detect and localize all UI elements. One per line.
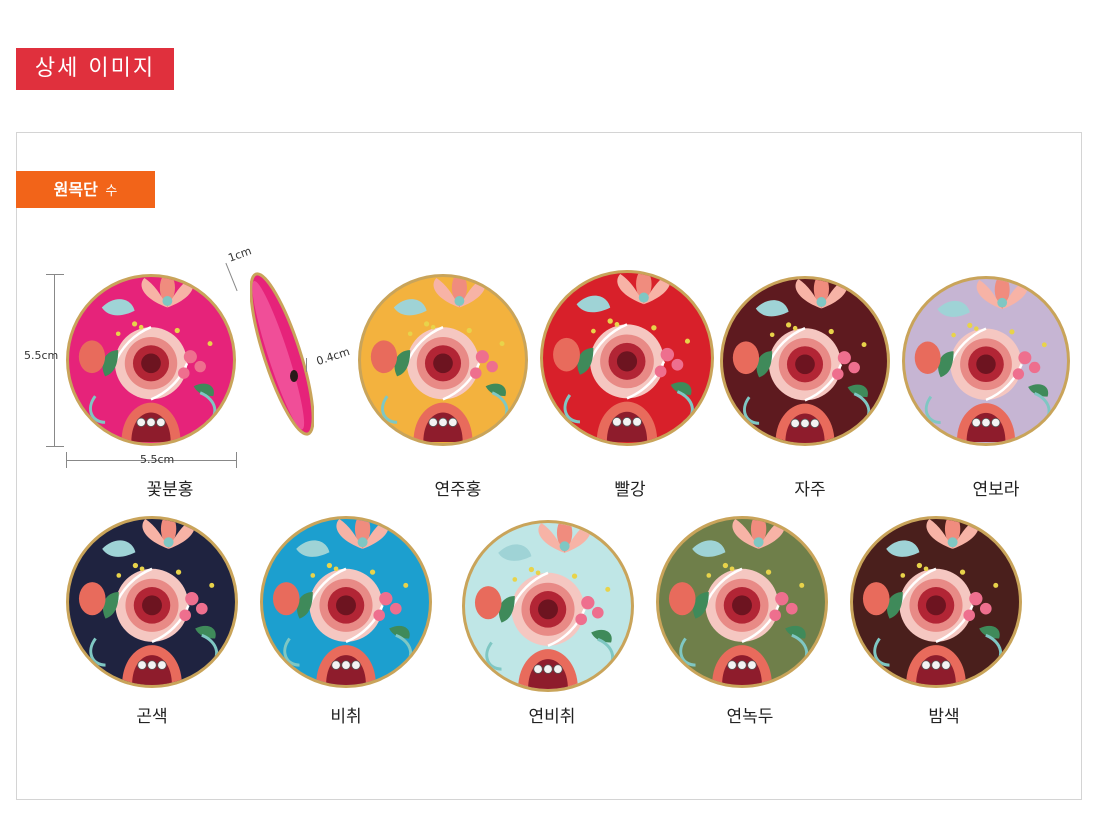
color-name-5: 연보라 [972, 480, 1020, 500]
embroidery-pattern [905, 279, 1067, 443]
height-guide-bottom-tick [46, 446, 64, 447]
swatch-disc-3 [540, 270, 714, 446]
embroidery-pattern [263, 519, 429, 685]
section-title-suffix: 수 [105, 184, 118, 199]
color-name-10: 밤색 [928, 707, 960, 727]
color-name-9: 연녹두 [726, 707, 774, 727]
color-name-4: 자주 [794, 480, 826, 500]
section-title-badge: 원목단 수 [16, 171, 155, 208]
color-name-6: 곤색 [136, 707, 168, 727]
embroidery-pattern [723, 279, 887, 443]
swatch-disc-4 [720, 276, 890, 446]
embroidery-pattern [69, 519, 235, 685]
color-name-7: 비취 [330, 707, 362, 727]
swatch-disc-2 [358, 274, 528, 446]
embroidery-pattern [69, 277, 233, 443]
height-guide-top-tick [46, 274, 64, 275]
width-label: 5.5cm [140, 453, 175, 466]
swatch-disc-9 [656, 516, 828, 688]
swatch-disc-10 [850, 516, 1022, 688]
embroidery-pattern [465, 523, 631, 689]
swatch-disc-5 [902, 276, 1070, 446]
section-title: 원목단 [53, 180, 98, 199]
color-name-1: 꽃분홍 [146, 480, 194, 500]
color-name-8: 연비취 [528, 707, 576, 727]
color-name-3: 빨강 [614, 480, 646, 500]
swatch-disc-8 [462, 520, 634, 692]
width-guide-right-tick [236, 452, 237, 468]
swatch-disc-7 [260, 516, 432, 688]
thickness-guide-line [306, 358, 307, 372]
width-guide-left-tick [66, 452, 67, 468]
height-label: 5.5cm [24, 349, 59, 362]
color-name-2: 연주홍 [434, 480, 482, 500]
product-panel [16, 132, 1082, 800]
embroidery-pattern [853, 519, 1019, 685]
side-profile-image [249, 268, 315, 440]
embroidery-pattern [659, 519, 825, 685]
swatch-disc-1 [66, 274, 236, 446]
detail-image-title: 상세 이미지 [16, 48, 174, 90]
embroidery-pattern [543, 273, 711, 443]
swatch-disc-6 [66, 516, 238, 688]
embroidery-pattern [361, 277, 525, 443]
